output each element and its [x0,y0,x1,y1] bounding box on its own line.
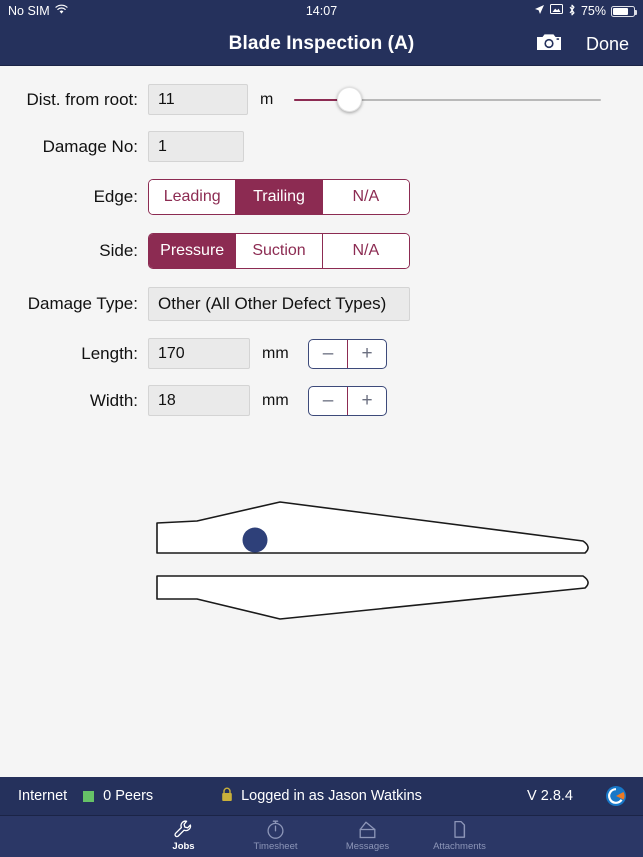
width-stepper[interactable]: – + [308,385,387,416]
app-status-bar: Internet 0 Peers Logged in as Jason Watk… [0,777,643,815]
edge-option-na[interactable]: N/A [322,180,409,214]
documents-icon [414,818,506,840]
side-option-suction[interactable]: Suction [236,234,323,268]
damage-no-label: Damage No: [42,136,138,156]
length-label: Length: [81,343,138,363]
side-segmented-control[interactable]: Pressure Suction N/A [148,233,410,269]
edge-option-leading[interactable]: Leading [149,180,237,214]
length-increment-button[interactable]: + [348,340,386,368]
dist-from-root-unit: m [260,90,274,108]
ios-status-bar: No SIM 14:07 75% [0,0,643,22]
damage-no-input[interactable]: 1 [148,131,244,162]
done-button[interactable]: Done [586,34,629,55]
nav-bar-actions: Done [536,22,629,66]
field-row-side: Side: Pressure Suction N/A [0,224,643,278]
side-option-pressure[interactable]: Pressure [149,234,237,268]
tab-attachments[interactable]: Attachments [414,816,506,852]
dist-from-root-slider[interactable] [294,85,601,115]
field-row-width: Width: 18 mm – + [0,377,643,424]
screen-mirroring-icon [549,4,563,18]
damage-type-label: Damage Type: [27,294,138,313]
inbox-icon [322,818,414,840]
dist-from-root-input[interactable]: 11 [148,84,248,115]
field-row-length: Length: 170 mm – + [0,330,643,377]
side-option-na[interactable]: N/A [322,234,409,268]
page-title: Blade Inspection (A) [228,32,415,54]
width-unit: mm [262,391,289,409]
field-row-damage-type: Damage Type: Other (All Other Defect Typ… [0,278,643,330]
width-label: Width: [89,390,138,410]
tab-messages-label: Messages [345,841,390,852]
tab-timesheet[interactable]: Timesheet [230,816,322,852]
side-label: Side: [99,241,138,260]
wrench-icon [138,818,230,840]
inspection-form: Dist. from root: 11 m Damage No: 1 Edge:… [0,66,643,777]
lock-icon [221,787,233,806]
slider-thumb[interactable] [336,87,362,112]
status-bar-right: 75% [534,4,637,19]
field-row-edge: Edge: Leading Trailing N/A [0,170,643,224]
width-decrement-button[interactable]: – [309,386,348,415]
camera-icon[interactable] [536,32,562,57]
app-logo-icon [605,785,627,807]
field-row-dist-from-root: Dist. from root: 11 m [0,76,643,123]
length-stepper[interactable]: – + [308,338,387,369]
status-bar-left: No SIM [8,4,68,18]
blade-lower-outline [156,575,589,620]
battery-icon [611,5,637,17]
bluetooth-icon [568,4,576,19]
edge-label: Edge: [93,187,138,206]
blade-profile-diagram[interactable] [0,491,643,641]
tab-attachments-label: Attachments [433,841,486,852]
location-arrow-icon [534,4,545,18]
tab-jobs-label: Jobs [172,841,195,852]
tab-bar: Jobs Timesheet Messages Attachments [0,815,643,857]
carrier-label: No SIM [8,4,50,18]
edge-segmented-control[interactable]: Leading Trailing N/A [148,179,410,215]
app-version-label: V 2.8.4 [527,788,573,804]
blade-upper-outline [156,501,589,554]
width-input[interactable]: 18 [148,385,250,416]
width-increment-button[interactable]: + [348,387,386,415]
dist-from-root-label: Dist. from root: [26,89,138,109]
damage-marker-dot[interactable] [242,527,268,553]
navigation-bar: Blade Inspection (A) Done [0,22,643,66]
battery-percent-label: 75% [580,4,606,18]
damage-type-select[interactable]: Other (All Other Defect Types) [148,287,410,321]
edge-option-trailing[interactable]: Trailing [236,180,323,214]
tab-timesheet-label: Timesheet [253,841,298,852]
wifi-icon [55,4,68,18]
tab-jobs[interactable]: Jobs [138,816,230,852]
logged-in-user-label: Logged in as Jason Watkins [241,788,422,804]
field-row-damage-no: Damage No: 1 [0,123,643,170]
blade-inspection-screen: No SIM 14:07 75% Blade Inspection (A) Do… [0,0,643,857]
length-unit: mm [262,344,289,362]
length-input[interactable]: 170 [148,338,250,369]
stopwatch-icon [230,818,322,840]
tab-messages[interactable]: Messages [322,816,414,852]
length-decrement-button[interactable]: – [309,339,348,368]
